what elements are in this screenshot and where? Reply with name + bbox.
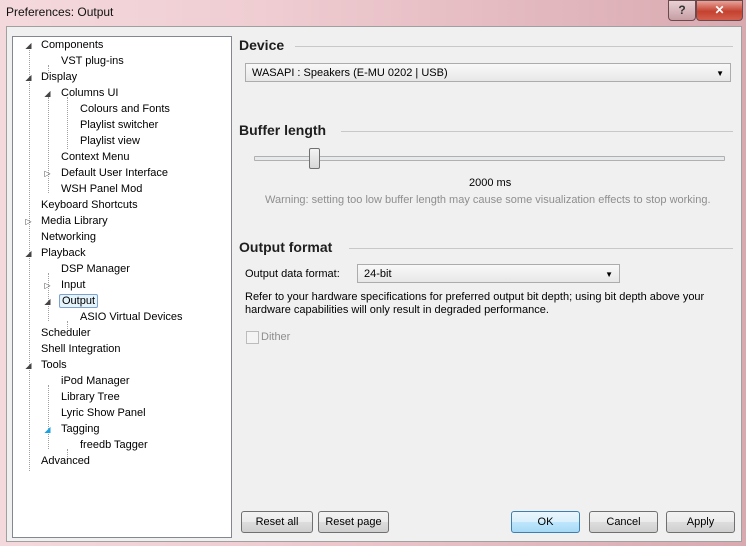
tree-item-columns-ui[interactable]: ◢ Columns UI xyxy=(17,86,120,101)
collapse-icon[interactable]: ◢ xyxy=(24,249,33,258)
expand-icon[interactable]: ▷ xyxy=(24,217,33,226)
tree-item-components[interactable]: ◢ Components xyxy=(17,38,105,53)
reset-page-button[interactable]: Reset page xyxy=(318,511,389,533)
tree-item-wsh-panel-mod[interactable]: WSH Panel Mod xyxy=(17,182,144,197)
dialog-body: ◢ Components VST plug-ins ◢ Display ◢ Co… xyxy=(6,26,742,542)
tree-item-keyboard-shortcuts[interactable]: Keyboard Shortcuts xyxy=(17,198,140,213)
expand-icon[interactable]: ▷ xyxy=(43,281,52,290)
tree-item-library-tree[interactable]: Library Tree xyxy=(17,390,122,405)
tree-item-media-library[interactable]: ▷ Media Library xyxy=(17,214,110,229)
help-button[interactable]: ? xyxy=(668,0,696,21)
buffer-length-value: 2000 ms xyxy=(469,177,512,189)
collapse-icon[interactable]: ◢ xyxy=(43,89,52,98)
expand-icon[interactable]: ▷ xyxy=(43,169,52,178)
output-data-format-value: 24-bit xyxy=(364,268,392,280)
buffer-length-heading: Buffer length xyxy=(239,122,327,138)
buffer-length-slider[interactable] xyxy=(254,156,725,161)
tree-item-playlist-switcher[interactable]: Playlist switcher xyxy=(17,118,160,133)
tree-item-ipod-manager[interactable]: iPod Manager xyxy=(17,374,132,389)
device-select[interactable]: WASAPI : Speakers (E-MU 0202 | USB) ▼ xyxy=(245,63,731,82)
output-format-heading: Output format xyxy=(239,239,333,255)
tree-item-networking[interactable]: Networking xyxy=(17,230,98,245)
close-button[interactable]: ✕ xyxy=(696,0,743,21)
window-frame: Preferences: Output ? ✕ ◢ Components VST… xyxy=(0,0,746,546)
chevron-down-icon: ▼ xyxy=(605,270,613,279)
tree-item-context-menu[interactable]: Context Menu xyxy=(17,150,131,165)
cancel-button[interactable]: Cancel xyxy=(589,511,658,533)
tree-item-shell-integration[interactable]: Shell Integration xyxy=(17,342,123,357)
collapse-icon[interactable]: ◢ xyxy=(43,297,52,306)
section-divider xyxy=(341,131,733,132)
tree-item-tagging[interactable]: ◢ Tagging xyxy=(17,422,102,437)
tree-item-playlist-view[interactable]: Playlist view xyxy=(17,134,142,149)
section-divider xyxy=(349,248,733,249)
section-divider xyxy=(295,46,733,47)
tree-item-dsp-manager[interactable]: DSP Manager xyxy=(17,262,132,277)
title-bar: Preferences: Output ? ✕ xyxy=(0,0,746,26)
tree-item-display[interactable]: ◢ Display xyxy=(17,70,79,85)
collapse-icon[interactable]: ◢ xyxy=(43,425,52,434)
reset-all-button[interactable]: Reset all xyxy=(241,511,313,533)
tree-item-input[interactable]: ▷ Input xyxy=(17,278,87,293)
ok-button[interactable]: OK xyxy=(511,511,580,533)
window-title: Preferences: Output xyxy=(6,5,114,19)
chevron-down-icon: ▼ xyxy=(716,69,724,78)
tree-item-freedb-tagger[interactable]: freedb Tagger xyxy=(17,438,150,453)
apply-button[interactable]: Apply xyxy=(666,511,735,533)
collapse-icon[interactable]: ◢ xyxy=(24,41,33,50)
collapse-icon[interactable]: ◢ xyxy=(24,73,33,82)
preferences-tree[interactable]: ◢ Components VST plug-ins ◢ Display ◢ Co… xyxy=(12,36,232,538)
output-data-format-select[interactable]: 24-bit ▼ xyxy=(357,264,620,283)
bit-depth-note-line-1: Refer to your hardware specifications fo… xyxy=(245,291,705,303)
tree-item-asio-virtual-devices[interactable]: ASIO Virtual Devices xyxy=(17,310,185,325)
tree-item-advanced[interactable]: Advanced xyxy=(17,454,92,469)
collapse-icon[interactable]: ◢ xyxy=(24,361,33,370)
buffer-length-slider-thumb[interactable] xyxy=(309,148,320,169)
bit-depth-note-line-2: hardware capabilities will only result i… xyxy=(245,304,549,316)
buffer-warning: Warning: setting too low buffer length m… xyxy=(265,194,711,206)
tree-item-vst-plugins[interactable]: VST plug-ins xyxy=(17,54,126,69)
tree-item-colours-and-fonts[interactable]: Colours and Fonts xyxy=(17,102,172,117)
tree-item-default-user-interface[interactable]: ▷ Default User Interface xyxy=(17,166,170,181)
device-select-value: WASAPI : Speakers (E-MU 0202 | USB) xyxy=(252,67,448,79)
tree-item-playback[interactable]: ◢ Playback xyxy=(17,246,88,261)
dither-label: Dither xyxy=(261,331,291,343)
tree-item-scheduler[interactable]: Scheduler xyxy=(17,326,93,341)
output-data-format-label: Output data format: xyxy=(245,268,340,280)
tree-item-lyric-show-panel[interactable]: Lyric Show Panel xyxy=(17,406,148,421)
device-heading: Device xyxy=(239,37,285,53)
tree-item-output[interactable]: ◢ Output xyxy=(17,294,99,309)
dither-checkbox[interactable] xyxy=(246,331,259,344)
tree-item-tools[interactable]: ◢ Tools xyxy=(17,358,69,373)
